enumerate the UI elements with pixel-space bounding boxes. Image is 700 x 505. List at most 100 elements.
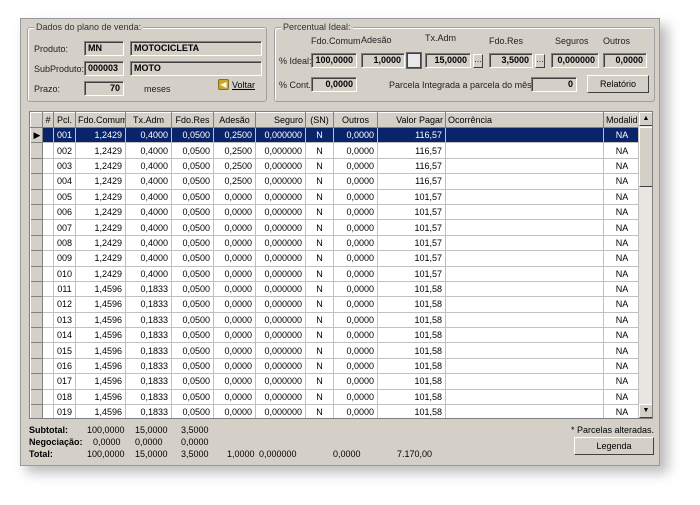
subproduto-code-field[interactable]: 000003 <box>84 61 124 76</box>
table-row[interactable]: 017 1,4596 0,1833 0,0500 0,0000 0,000000 N 0,00… <box>30 373 641 390</box>
cell-fdo-comum[interactable]: 1,2429 <box>75 219 126 236</box>
cell-outros[interactable]: 0,0000 <box>333 266 378 282</box>
cell-tx-adm[interactable]: 0,1833 <box>125 327 172 344</box>
cell-fdo-res[interactable]: 0,0500 <box>171 204 214 221</box>
cell-fdo-res[interactable]: 0,0500 <box>171 173 214 190</box>
cell-sn[interactable]: N <box>305 389 334 406</box>
cell-pcl[interactable]: 008 <box>53 235 76 252</box>
cell-fdo-comum[interactable]: 1,2429 <box>75 127 126 144</box>
cell-seguro[interactable]: 0,000000 <box>255 142 306 159</box>
cell-fdo-res[interactable]: 0,0500 <box>171 312 214 329</box>
cell-seguro[interactable]: 0,000000 <box>255 404 306 418</box>
header-sn[interactable]: (SN) <box>305 112 334 128</box>
cell-valor-pagar[interactable]: 101,58 <box>377 296 446 313</box>
cell-valor-pagar[interactable]: 101,57 <box>377 266 446 282</box>
cell-ocorrencia[interactable] <box>445 389 604 406</box>
cell-outros[interactable]: 0,0000 <box>333 142 378 159</box>
cell-pcl[interactable]: 004 <box>53 173 76 190</box>
cell-valor-pagar[interactable]: 116,57 <box>377 173 446 190</box>
cell-modalid[interactable]: NA <box>603 173 641 190</box>
cell-ocorrencia[interactable] <box>445 142 604 159</box>
cell-outros[interactable]: 0,0000 <box>333 389 378 406</box>
cell-sn[interactable]: N <box>305 266 334 282</box>
cell-modalid[interactable]: NA <box>603 312 641 329</box>
cell-fdo-res[interactable]: 0,0500 <box>171 158 214 175</box>
cell-valor-pagar[interactable]: 116,57 <box>377 158 446 175</box>
cell-tx-adm[interactable]: 0,4000 <box>125 142 172 159</box>
cell-outros[interactable]: 0,0000 <box>333 204 378 221</box>
header-pcl[interactable]: Pcl. <box>53 112 76 128</box>
scroll-down-icon[interactable]: ▼ <box>639 404 652 418</box>
cell-tx-adm[interactable]: 0,4000 <box>125 158 172 175</box>
table-row[interactable]: 012 1,4596 0,1833 0,0500 0,0000 0,000000 N 0,00… <box>30 296 641 313</box>
cell-pcl[interactable]: 001 <box>53 127 76 144</box>
cell-outros[interactable]: 0,0000 <box>333 296 378 313</box>
ideal-fdo-comum-field[interactable]: 100,0000 <box>311 53 357 68</box>
cell-seguro[interactable]: 0,000000 <box>255 204 306 221</box>
cell-ocorrencia[interactable] <box>445 127 604 144</box>
cell-fdo-comum[interactable]: 1,2429 <box>75 235 126 252</box>
cell-sn[interactable]: N <box>305 373 334 390</box>
ideal-adesao-field[interactable]: 1,0000 <box>361 53 405 68</box>
cell-adesao[interactable]: 0,2500 <box>213 158 256 175</box>
cell-tx-adm[interactable]: 0,4000 <box>125 173 172 190</box>
cell-seguro[interactable]: 0,000000 <box>255 127 306 144</box>
cell-valor-pagar[interactable]: 101,57 <box>377 189 446 205</box>
cell-sn[interactable]: N <box>305 158 334 175</box>
cell-fdo-comum[interactable]: 1,2429 <box>75 204 126 221</box>
cell-valor-pagar[interactable]: 101,58 <box>377 373 446 390</box>
table-row[interactable]: ▶ 001 1,2429 0,4000 0,0500 0,2500 0,000000 N 0,0… <box>30 127 641 144</box>
cell-fdo-res[interactable]: 0,0500 <box>171 358 214 375</box>
cell-seguro[interactable]: 0,000000 <box>255 312 306 329</box>
cell-valor-pagar[interactable]: 101,58 <box>377 281 446 298</box>
cell-seguro[interactable]: 0,000000 <box>255 281 306 298</box>
cell-seguro[interactable]: 0,000000 <box>255 189 306 205</box>
cell-ocorrencia[interactable] <box>445 158 604 175</box>
cell-seguro[interactable]: 0,000000 <box>255 235 306 252</box>
cell-fdo-res[interactable]: 0,0500 <box>171 189 214 205</box>
cell-sn[interactable]: N <box>305 189 334 205</box>
cell-fdo-res[interactable]: 0,0500 <box>171 266 214 282</box>
cell-modalid[interactable]: NA <box>603 158 641 175</box>
table-row[interactable]: 019 1,4596 0,1833 0,0500 0,0000 0,000000 N 0,00… <box>30 404 641 418</box>
cell-outros[interactable]: 0,0000 <box>333 173 378 190</box>
cell-seguro[interactable]: 0,000000 <box>255 327 306 344</box>
table-row[interactable]: 016 1,4596 0,1833 0,0500 0,0000 0,000000 N 0,00… <box>30 358 641 375</box>
cell-pcl[interactable]: 016 <box>53 358 76 375</box>
cell-outros[interactable]: 0,0000 <box>333 358 378 375</box>
cell-sn[interactable]: N <box>305 342 334 359</box>
cell-pcl[interactable]: 010 <box>53 266 76 282</box>
cell-adesao[interactable]: 0,0000 <box>213 281 256 298</box>
cell-modalid[interactable]: NA <box>603 266 641 282</box>
cell-tx-adm[interactable]: 0,4000 <box>125 189 172 205</box>
cell-fdo-res[interactable]: 0,0500 <box>171 373 214 390</box>
cell-outros[interactable]: 0,0000 <box>333 312 378 329</box>
cell-modalid[interactable]: NA <box>603 342 641 359</box>
cell-pcl[interactable]: 009 <box>53 250 76 267</box>
cell-fdo-res[interactable]: 0,0500 <box>171 127 214 144</box>
cell-modalid[interactable]: NA <box>603 358 641 375</box>
cell-sn[interactable]: N <box>305 219 334 236</box>
cell-ocorrencia[interactable] <box>445 173 604 190</box>
cell-ocorrencia[interactable] <box>445 266 604 282</box>
cell-fdo-comum[interactable]: 1,4596 <box>75 342 126 359</box>
cell-fdo-comum[interactable]: 1,4596 <box>75 373 126 390</box>
header-modalid[interactable]: Modalid. <box>603 112 641 128</box>
cell-adesao[interactable]: 0,2500 <box>213 173 256 190</box>
cell-adesao[interactable]: 0,2500 <box>213 142 256 159</box>
cell-seguro[interactable]: 0,000000 <box>255 219 306 236</box>
cell-adesao[interactable]: 0,0000 <box>213 250 256 267</box>
cell-ocorrencia[interactable] <box>445 358 604 375</box>
cell-ocorrencia[interactable] <box>445 189 604 205</box>
cell-tx-adm[interactable]: 0,1833 <box>125 404 172 418</box>
table-row[interactable]: 005 1,2429 0,4000 0,0500 0,0000 0,000000 N 0,00… <box>30 189 641 205</box>
cell-fdo-res[interactable]: 0,0500 <box>171 327 214 344</box>
cell-sn[interactable]: N <box>305 358 334 375</box>
cell-sn[interactable]: N <box>305 127 334 144</box>
cell-valor-pagar[interactable]: 101,58 <box>377 312 446 329</box>
table-row[interactable]: 003 1,2429 0,4000 0,0500 0,2500 0,000000 N 0,00… <box>30 158 641 175</box>
cell-tx-adm[interactable]: 0,1833 <box>125 312 172 329</box>
cell-modalid[interactable]: NA <box>603 327 641 344</box>
cell-fdo-res[interactable]: 0,0500 <box>171 404 214 418</box>
cell-fdo-res[interactable]: 0,0500 <box>171 281 214 298</box>
